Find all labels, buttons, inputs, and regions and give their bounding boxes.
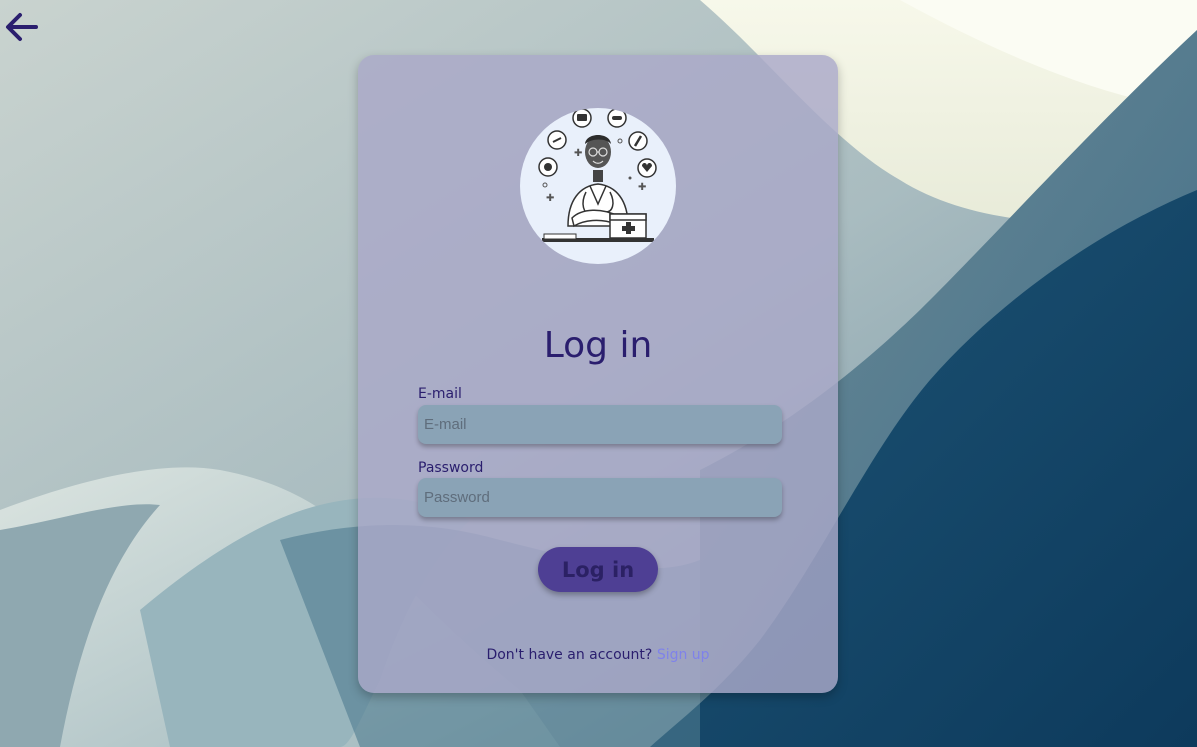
- arrow-left-icon: [6, 13, 38, 41]
- password-label: Password: [418, 460, 484, 476]
- password-field[interactable]: [418, 478, 782, 517]
- signup-link[interactable]: Sign up: [657, 647, 710, 663]
- signup-row: Don't have an account? Sign up: [358, 647, 838, 663]
- login-button[interactable]: Log in: [538, 547, 658, 592]
- doctor-illustration: ✚ ✚ ✚: [520, 108, 676, 264]
- signup-prompt: Don't have an account?: [486, 647, 653, 663]
- back-button[interactable]: [4, 8, 42, 46]
- page-title: Log in: [543, 325, 653, 366]
- email-label: E-mail: [418, 386, 462, 402]
- svg-text:✚: ✚: [546, 193, 554, 204]
- login-card: ✚ ✚ ✚ Log in E-mail E-mail Password Log …: [358, 55, 838, 693]
- svg-text:✚: ✚: [574, 148, 582, 159]
- svg-text:✚: ✚: [638, 182, 646, 193]
- email-field[interactable]: [418, 405, 782, 444]
